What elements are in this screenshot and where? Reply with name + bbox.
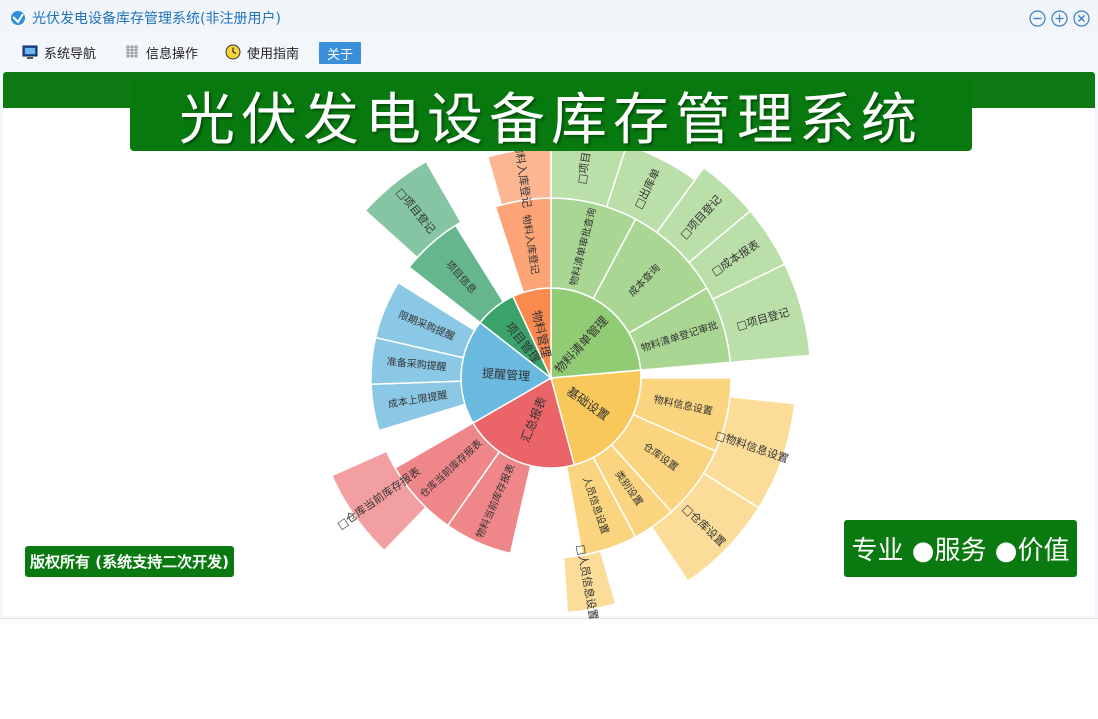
banner-title: 光伏发电设备库存管理系统 — [179, 87, 923, 153]
slogan-badge: 专业 ●服务 ●价值 — [844, 520, 1077, 577]
sunburst-l2-13[interactable] — [494, 197, 552, 294]
banner: 光伏发电设备库存管理系统 — [130, 79, 972, 153]
copyright-badge: 版权所有 (系统支持二次开发) — [25, 546, 234, 577]
sunburst-l2-9[interactable] — [370, 380, 466, 432]
app-window: 光伏发电设备库存管理系统(非注册用户) 系统导航 信息操作 使用指南 关于 物料… — [0, 0, 1098, 619]
